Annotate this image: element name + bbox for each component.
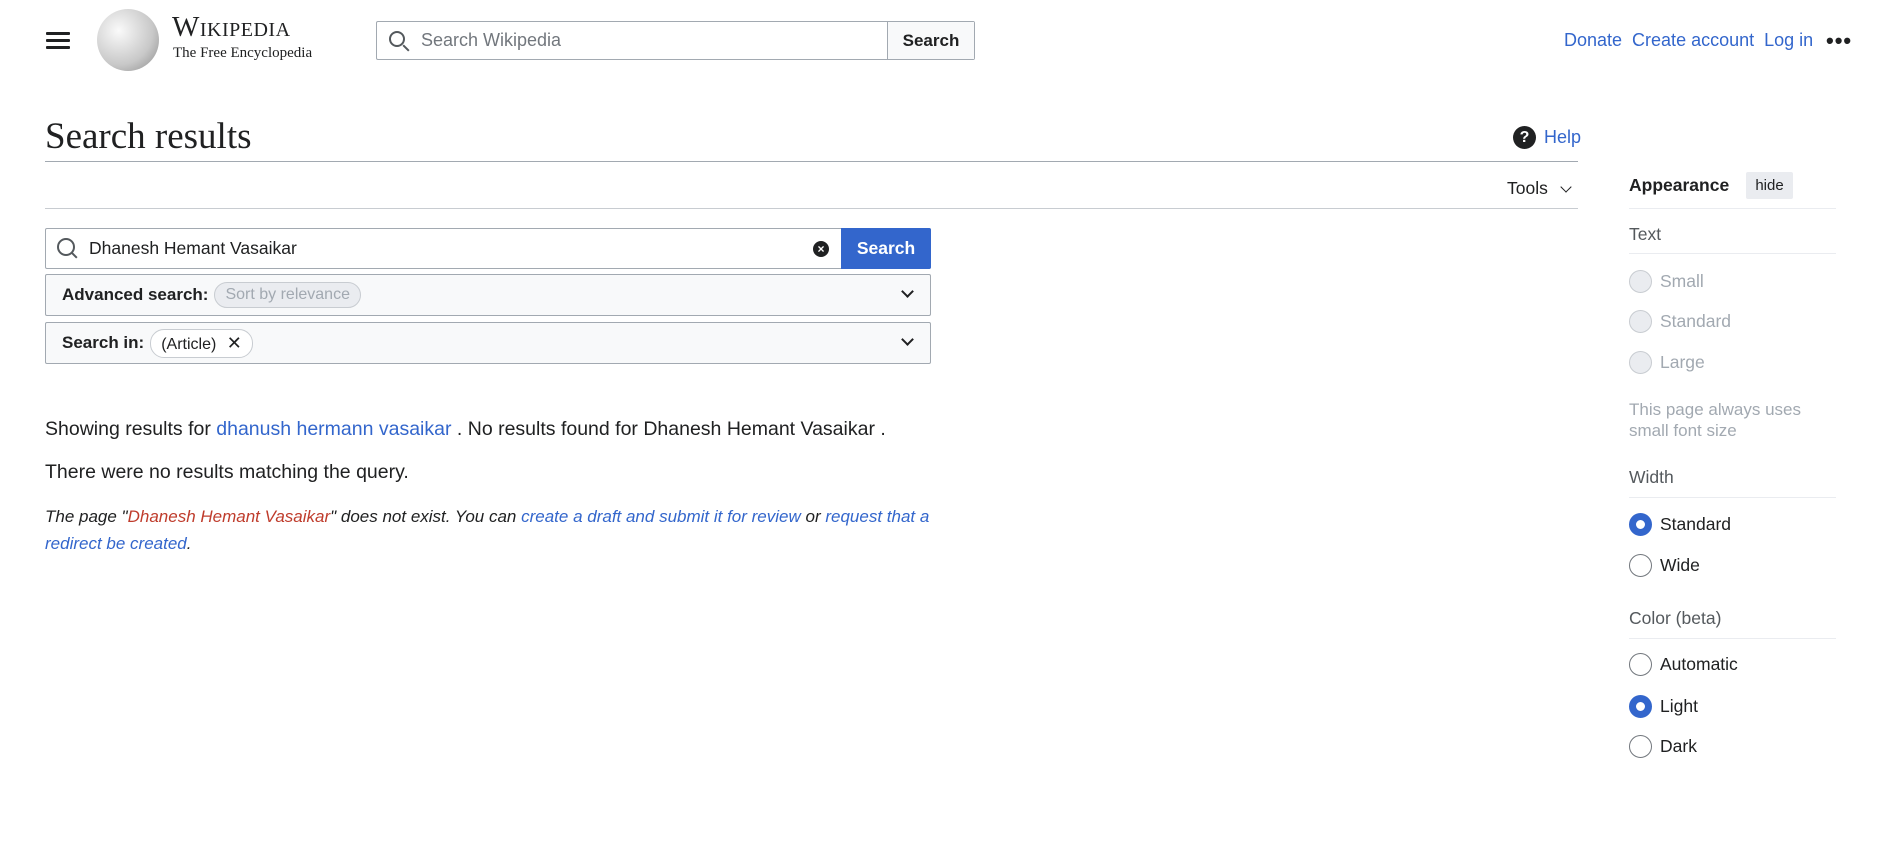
chevron-down-icon	[901, 285, 914, 298]
label: Light	[1660, 696, 1698, 716]
suggestion-link[interactable]: dhanush hermann vasaikar	[216, 418, 451, 440]
hide-appearance-button[interactable]: hide	[1746, 172, 1793, 199]
create-draft-link[interactable]: create a draft and submit it for review	[521, 507, 801, 526]
radio[interactable]	[1629, 554, 1652, 577]
radio[interactable]	[1629, 653, 1652, 676]
label: Standard	[1660, 311, 1732, 331]
remove-icon[interactable]: ✕	[227, 333, 242, 353]
search-query-value: Dhanesh Hemant Vasaikar	[89, 238, 297, 258]
t4: .	[186, 534, 192, 553]
label: Automatic	[1660, 654, 1738, 674]
showing-results-text: Showing results for dhanush hermann vasa…	[45, 418, 886, 441]
search-icon	[389, 31, 405, 47]
page-not-exist-text: The page "Dhanesh Hemant Vasaikar" does …	[45, 503, 945, 557]
label: Wide	[1660, 555, 1700, 575]
search-placeholder: Search Wikipedia	[421, 30, 562, 50]
width-heading: Width	[1629, 467, 1674, 487]
wikipedia-tagline: The Free Encyclopedia	[173, 45, 313, 61]
advanced-search-toggle[interactable]: Advanced search: Sort by relevance	[45, 274, 931, 316]
wikipedia-globe-logo[interactable]	[97, 9, 159, 71]
no-results-text: There were no results matching the query…	[45, 461, 409, 483]
no-results-prefix: . No results found for	[456, 418, 638, 440]
radio-large	[1629, 351, 1652, 374]
red-page-link[interactable]: Dhanesh Hemant Vasaikar	[128, 507, 331, 526]
search-button[interactable]: Search	[841, 228, 931, 269]
radio-standard	[1629, 310, 1652, 333]
color-option-light[interactable]: Light	[1629, 695, 1698, 718]
label: Large	[1660, 352, 1705, 372]
label: Dark	[1660, 736, 1697, 756]
t3: or	[800, 507, 826, 526]
sort-chip: Sort by relevance	[214, 282, 361, 308]
divider	[1629, 208, 1836, 209]
width-option-standard[interactable]: Standard	[1629, 513, 1731, 536]
suffix: .	[880, 418, 886, 440]
search-form: Dhanesh Hemant Vasaikar × Search	[45, 228, 931, 269]
article-chip-label: (Article)	[161, 335, 217, 353]
chevron-down-icon	[1560, 180, 1572, 193]
help-label: Help	[1544, 127, 1582, 147]
radio-selected[interactable]	[1629, 695, 1652, 718]
tools-label: Tools	[1507, 178, 1548, 198]
page-title: Search results	[45, 116, 252, 157]
text-heading: Text	[1629, 224, 1662, 244]
more-options-icon[interactable]: •••	[1826, 28, 1852, 54]
t2: " does not exist. You can	[330, 507, 522, 526]
tools-dropdown[interactable]: Tools	[1507, 178, 1572, 199]
advanced-search-label: Advanced search:	[62, 285, 209, 304]
color-option-automatic[interactable]: Automatic	[1629, 653, 1738, 676]
tools-divider	[45, 208, 1578, 209]
wikipedia-wordmark[interactable]: Wikipedia	[172, 11, 291, 44]
chevron-down-icon	[901, 333, 914, 346]
appearance-heading: Appearance	[1629, 175, 1730, 195]
radio-small	[1629, 270, 1652, 293]
create-account-link[interactable]: Create account	[1632, 30, 1754, 51]
log-in-link[interactable]: Log in	[1764, 30, 1813, 51]
search-query-input[interactable]: Dhanesh Hemant Vasaikar ×	[46, 229, 841, 268]
font-size-note: This page always uses small font size	[1629, 400, 1801, 440]
radio-selected[interactable]	[1629, 513, 1652, 536]
title-divider	[45, 161, 1578, 162]
text-option-small: Small	[1629, 270, 1704, 293]
showing-prefix: Showing results for	[45, 418, 211, 440]
width-option-wide[interactable]: Wide	[1629, 554, 1700, 577]
header-search-button[interactable]: Search	[887, 22, 974, 59]
main-menu-button[interactable]	[46, 28, 70, 53]
header-search: Search Wikipedia Search	[376, 21, 975, 60]
t1: The page "	[45, 507, 128, 526]
help-link[interactable]: ? Help	[1513, 126, 1581, 149]
label: Small	[1660, 271, 1704, 291]
text-option-large: Large	[1629, 351, 1705, 374]
header-search-input[interactable]: Search Wikipedia	[377, 22, 887, 59]
help-icon: ?	[1513, 126, 1536, 149]
clear-icon[interactable]: ×	[813, 241, 829, 257]
divider	[1629, 638, 1836, 639]
radio[interactable]	[1629, 735, 1652, 758]
color-heading: Color (beta)	[1629, 608, 1722, 628]
article-chip: (Article) ✕	[150, 328, 253, 358]
text-option-standard: Standard	[1629, 310, 1731, 333]
divider	[1629, 497, 1836, 498]
divider	[1629, 253, 1836, 254]
original-query-link[interactable]: Dhanesh Hemant Vasaikar	[643, 418, 875, 440]
search-in-label: Search in:	[62, 333, 145, 352]
donate-link[interactable]: Donate	[1564, 30, 1622, 51]
color-option-dark[interactable]: Dark	[1629, 735, 1697, 758]
search-in-toggle[interactable]: Search in: (Article) ✕	[45, 322, 931, 364]
search-icon	[57, 238, 75, 256]
label: Standard	[1660, 514, 1732, 534]
